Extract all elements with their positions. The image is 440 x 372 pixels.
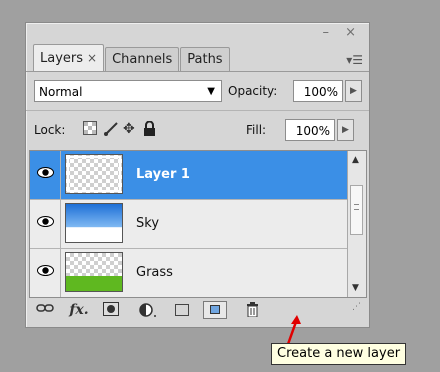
- eye-icon: [37, 216, 54, 227]
- scroll-down-icon[interactable]: ▼: [352, 283, 359, 293]
- tab-channels-label: Channels: [112, 52, 173, 67]
- fx-layer-style-icon[interactable]: fx.: [68, 302, 90, 318]
- tab-paths[interactable]: Paths: [180, 47, 230, 71]
- link-layers-icon[interactable]: [36, 302, 54, 318]
- tab-channels[interactable]: Channels: [105, 47, 180, 71]
- layers-scrollbar[interactable]: ▲ ▼: [347, 151, 366, 297]
- lock-move-icon[interactable]: ✥: [123, 121, 135, 137]
- resize-grip-icon[interactable]: ⋰: [352, 302, 361, 318]
- tab-divider: [26, 71, 369, 72]
- fill-field[interactable]: 100%: [285, 119, 335, 141]
- chevron-down-icon: ▼: [207, 86, 215, 97]
- lock-brush-icon[interactable]: [103, 121, 119, 141]
- layer-thumbnail: [65, 252, 123, 292]
- layer-thumbnail: [65, 203, 123, 243]
- layers-panel: – × Layers × Channels Paths ▾☰ Normal ▼ O…: [25, 22, 370, 328]
- layers-list: Layer 1 Sky Grass ▲ ▼: [29, 150, 367, 298]
- tab-paths-label: Paths: [187, 52, 223, 67]
- layers-footer: fx. ⋰: [26, 297, 369, 325]
- divider: [26, 110, 369, 111]
- visibility-toggle[interactable]: [30, 249, 61, 297]
- tab-layers-label: Layers: [40, 51, 84, 66]
- tab-close-icon[interactable]: ×: [87, 51, 97, 65]
- tooltip: Create a new layer: [271, 343, 407, 365]
- panel-menu-icon[interactable]: ▾☰: [346, 53, 363, 67]
- new-group-icon[interactable]: [175, 304, 189, 316]
- opacity-label: Opacity:: [228, 84, 278, 98]
- opacity-field[interactable]: 100%: [293, 80, 343, 102]
- trash-icon[interactable]: [245, 302, 259, 318]
- lock-transparent-icon[interactable]: [83, 121, 97, 139]
- visibility-toggle[interactable]: [30, 151, 61, 199]
- new-layer-button[interactable]: [203, 301, 227, 319]
- layer-row-layer-1[interactable]: Layer 1: [30, 151, 347, 200]
- tab-layers[interactable]: Layers ×: [33, 44, 105, 71]
- layer-thumbnail: [65, 154, 123, 194]
- lock-row: Lock: ✥ Fill: 100% ▶: [34, 118, 362, 142]
- blend-row: Normal ▼ Opacity: 100% ▶: [34, 80, 362, 104]
- fill-slider-button[interactable]: ▶: [337, 119, 354, 141]
- add-mask-icon[interactable]: [103, 302, 119, 318]
- window-controls[interactable]: – ×: [322, 25, 362, 40]
- opacity-slider-button[interactable]: ▶: [345, 80, 362, 102]
- blend-mode-select[interactable]: Normal ▼: [34, 80, 222, 102]
- layer-name: Sky: [136, 216, 160, 231]
- lock-label: Lock:: [34, 123, 66, 137]
- blend-mode-value: Normal: [39, 85, 83, 99]
- layer-row-sky[interactable]: Sky: [30, 200, 347, 249]
- scroll-up-icon[interactable]: ▲: [352, 155, 359, 165]
- adjustment-layer-icon[interactable]: [137, 302, 159, 318]
- visibility-toggle[interactable]: [30, 200, 61, 248]
- fill-label: Fill:: [246, 123, 267, 137]
- eye-icon: [37, 265, 54, 276]
- scroll-thumb[interactable]: [350, 185, 363, 235]
- layer-name: Grass: [136, 265, 173, 280]
- lock-all-icon[interactable]: [143, 120, 156, 140]
- layer-name: Layer 1: [136, 167, 190, 182]
- panel-tabs: Layers × Channels Paths: [33, 44, 231, 71]
- eye-icon: [37, 167, 54, 178]
- layer-row-grass[interactable]: Grass: [30, 249, 347, 297]
- new-layer-icon: [210, 305, 220, 314]
